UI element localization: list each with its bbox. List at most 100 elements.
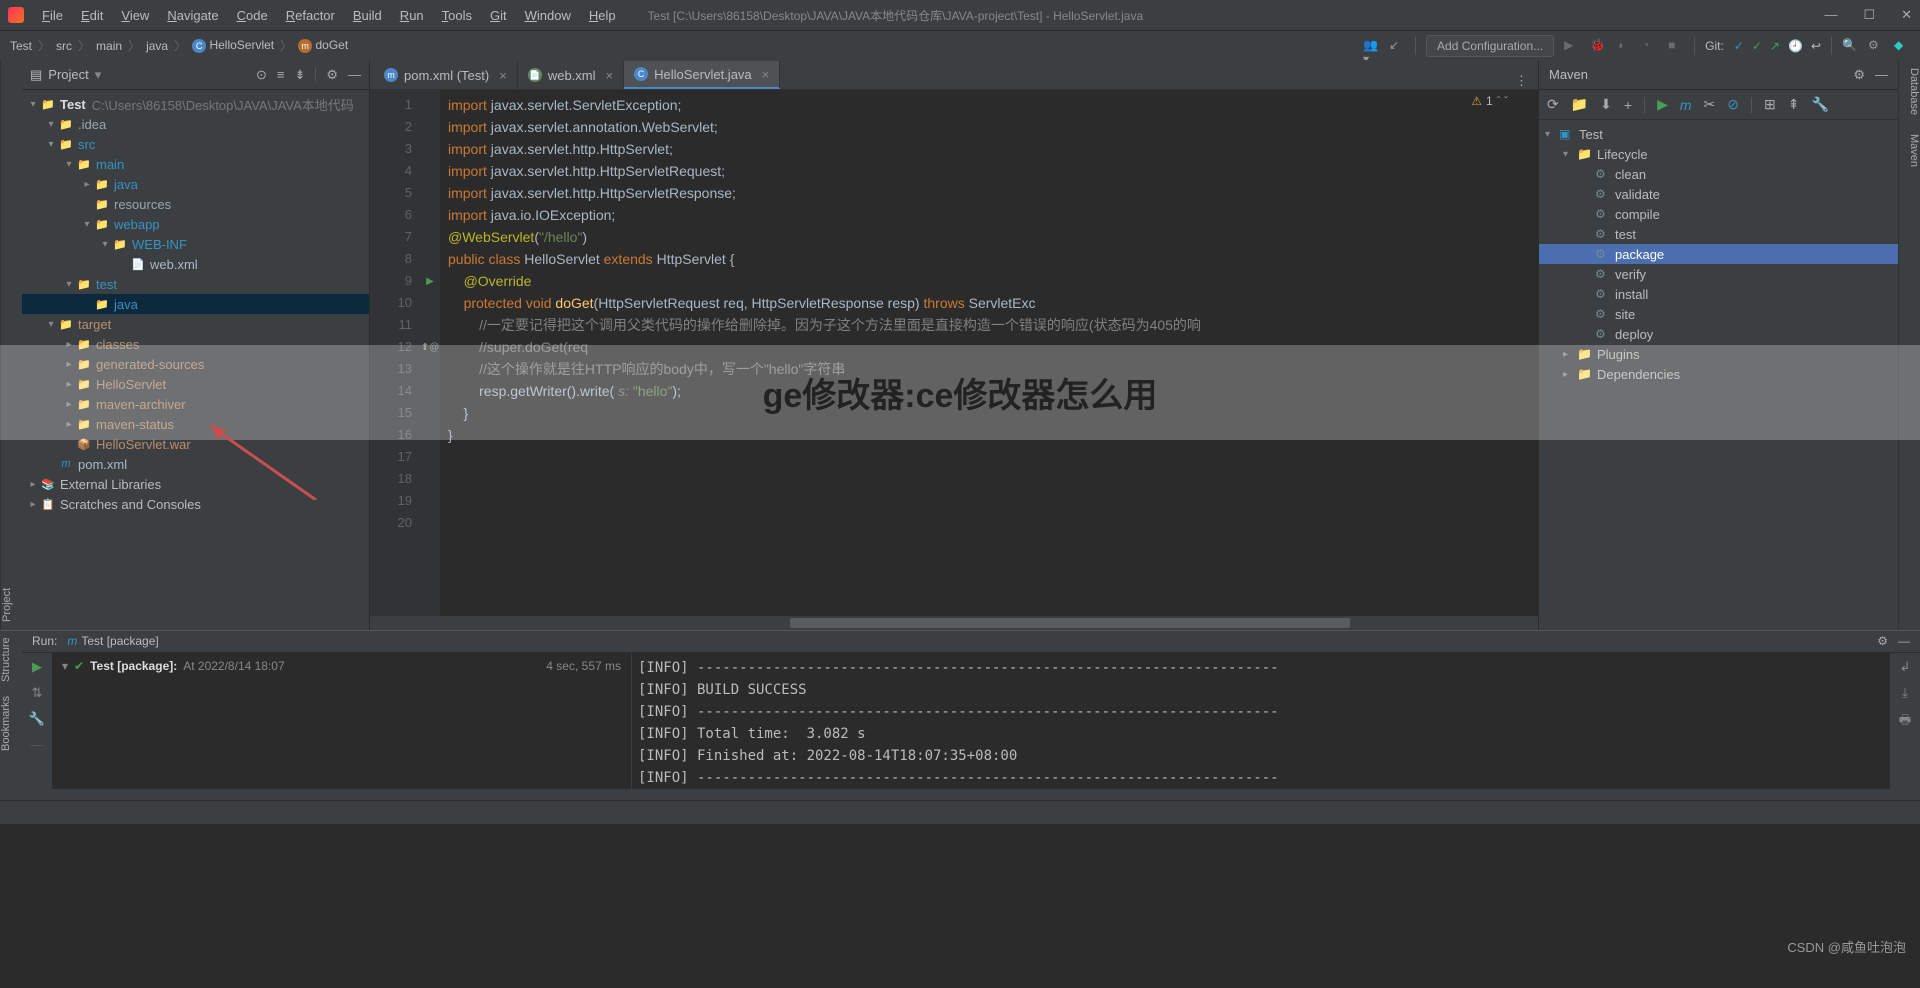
collapse-icon[interactable]: ⇞: [1788, 96, 1800, 113]
tree-item[interactable]: ▾📁WEB-INF: [22, 234, 369, 254]
tree-item[interactable]: ▾📁target: [22, 314, 369, 334]
left-tool-strip[interactable]: Project: [0, 60, 22, 630]
editor-tab[interactable]: 📄web.xml×: [518, 61, 624, 89]
tree-root-label[interactable]: Test: [60, 97, 86, 112]
breadcrumb-item[interactable]: main: [96, 39, 122, 53]
menu-edit[interactable]: Edit: [73, 4, 111, 27]
tree-item[interactable]: 📦HelloServlet.war: [22, 434, 369, 454]
git-commit-icon[interactable]: ✓: [1752, 39, 1762, 53]
debug-icon[interactable]: 🐞: [1590, 38, 1606, 54]
tree-item[interactable]: ▸📁maven-status: [22, 414, 369, 434]
code-editor[interactable]: ⚠ 1 ˆ ˇ 1234567891011121314151617181920 …: [370, 90, 1538, 616]
git-revert-icon[interactable]: ↩: [1811, 39, 1821, 53]
run-hscrollbar[interactable]: [22, 789, 1920, 800]
maven-goal-validate[interactable]: ⚙validate: [1539, 184, 1898, 204]
maven-root[interactable]: Test: [1579, 127, 1603, 142]
right-tool-strip[interactable]: Database Maven: [1898, 60, 1920, 630]
tree-item[interactable]: 📁java: [22, 294, 369, 314]
tree-item[interactable]: ▾📁.idea: [22, 114, 369, 134]
download-sources-icon[interactable]: ⬇: [1600, 96, 1612, 113]
add-project-icon[interactable]: +: [1624, 97, 1632, 113]
generate-sources-icon[interactable]: 📁: [1571, 96, 1588, 113]
line-gutter[interactable]: 1234567891011121314151617181920: [370, 90, 420, 616]
run-tree-item[interactable]: Test [package]:: [90, 659, 177, 673]
run-wrench-icon[interactable]: 🔧: [29, 711, 45, 727]
skip-tests-icon[interactable]: ⊘: [1727, 96, 1739, 113]
structure-tool-tab[interactable]: Structure: [0, 637, 22, 682]
breadcrumb-item[interactable]: Test: [10, 39, 32, 53]
project-tool-tab[interactable]: Project: [1, 588, 13, 622]
project-view-dropdown-icon[interactable]: ▾: [95, 67, 102, 83]
maven-minimize-icon[interactable]: —: [1875, 67, 1888, 83]
menu-code[interactable]: Code: [229, 4, 276, 27]
menu-refactor[interactable]: Refactor: [278, 4, 343, 27]
git-push-icon[interactable]: ↗: [1770, 39, 1780, 53]
tree-item[interactable]: ▸📁classes: [22, 334, 369, 354]
run-settings-icon[interactable]: ⚙: [1877, 634, 1888, 648]
print-icon[interactable]: 🖶: [1899, 711, 1911, 733]
maven-goal-clean[interactable]: ⚙clean: [1539, 164, 1898, 184]
close-tab-icon[interactable]: ×: [606, 68, 614, 83]
breadcrumb-item[interactable]: src: [56, 39, 72, 53]
settings-icon[interactable]: ⚙: [1868, 38, 1884, 54]
execute-goal-icon[interactable]: m: [1680, 97, 1692, 113]
scratches-consoles[interactable]: Scratches and Consoles: [60, 497, 201, 512]
maximize-icon[interactable]: ☐: [1863, 7, 1875, 23]
coverage-icon[interactable]: ◑: [1616, 38, 1632, 54]
tree-item[interactable]: 📄web.xml: [22, 254, 369, 274]
maven-goal-site[interactable]: ⚙site: [1539, 304, 1898, 324]
tree-item[interactable]: ▸📁maven-archiver: [22, 394, 369, 414]
project-tree[interactable]: ▾📁 Test C:\Users\86158\Desktop\JAVA\JAVA…: [22, 90, 369, 630]
close-icon[interactable]: ✕: [1901, 7, 1912, 23]
maven-tool-tab[interactable]: Maven: [1908, 134, 1920, 167]
tree-item[interactable]: ▾📁main: [22, 154, 369, 174]
tree-item[interactable]: ▾📁test: [22, 274, 369, 294]
tree-item[interactable]: ▾📁src: [22, 134, 369, 154]
menu-run[interactable]: Run: [392, 4, 432, 27]
menu-window[interactable]: Window: [517, 4, 579, 27]
editor-tab[interactable]: mpom.xml (Test)×: [374, 61, 518, 89]
tree-item[interactable]: 📁resources: [22, 194, 369, 214]
show-deps-icon[interactable]: ⊞: [1764, 96, 1776, 113]
close-tab-icon[interactable]: ×: [499, 68, 507, 83]
panel-settings-icon[interactable]: ⚙: [326, 67, 338, 83]
tabs-more-icon[interactable]: ⋮: [1515, 73, 1538, 89]
toggle-offline-icon[interactable]: ✂: [1704, 96, 1716, 113]
breadcrumb-item[interactable]: m doGet: [298, 38, 348, 53]
menu-navigate[interactable]: Navigate: [159, 4, 226, 27]
editor-tab[interactable]: CHelloServlet.java×: [624, 61, 780, 89]
menu-git[interactable]: Git: [482, 4, 515, 27]
breadcrumb-item[interactable]: java: [146, 39, 168, 53]
maven-goal-compile[interactable]: ⚙compile: [1539, 204, 1898, 224]
back-arrow-icon[interactable]: ↙: [1389, 38, 1405, 54]
maven-plugins[interactable]: Plugins: [1597, 347, 1640, 362]
inspection-widget[interactable]: ⚠ 1 ˆ ˇ: [1471, 94, 1508, 108]
run-minimize-icon[interactable]: —: [1898, 634, 1910, 648]
rerun-icon[interactable]: ▶: [32, 659, 42, 675]
maven-goal-test[interactable]: ⚙test: [1539, 224, 1898, 244]
database-tool-tab[interactable]: Database: [1908, 68, 1920, 115]
maven-settings-icon[interactable]: ⚙: [1853, 67, 1865, 83]
menu-build[interactable]: Build: [345, 4, 390, 27]
tree-item[interactable]: ▸📁generated-sources: [22, 354, 369, 374]
code-content[interactable]: import javax.servlet.ServletException;im…: [440, 90, 1538, 616]
maven-goal-deploy[interactable]: ⚙deploy: [1539, 324, 1898, 344]
users-icon[interactable]: 👥▾: [1363, 38, 1379, 54]
minimize-icon[interactable]: —: [1824, 7, 1837, 23]
run-icon[interactable]: ▶: [1564, 38, 1580, 54]
search-icon[interactable]: 🔍: [1842, 38, 1858, 54]
tree-item[interactable]: ▸📁java: [22, 174, 369, 194]
close-tab-icon[interactable]: ×: [762, 67, 770, 82]
project-view-icon[interactable]: ▤: [30, 67, 42, 83]
menu-view[interactable]: View: [113, 4, 157, 27]
tree-item[interactable]: ▸📁HelloServlet: [22, 374, 369, 394]
run-tree[interactable]: ▾ ✔ Test [package]: At 2022/8/14 18:07 4…: [52, 653, 632, 789]
reload-icon[interactable]: ⟳: [1547, 96, 1559, 113]
maven-goal-install[interactable]: ⚙install: [1539, 284, 1898, 304]
editor-hscrollbar[interactable]: [370, 616, 1538, 630]
run-console[interactable]: [INFO] ---------------------------------…: [632, 653, 1890, 789]
git-history-icon[interactable]: 🕘: [1788, 39, 1803, 53]
maven-dependencies[interactable]: Dependencies: [1597, 367, 1680, 382]
maven-wrench-icon[interactable]: 🔧: [1811, 96, 1828, 113]
tree-item[interactable]: mpom.xml: [22, 454, 369, 474]
